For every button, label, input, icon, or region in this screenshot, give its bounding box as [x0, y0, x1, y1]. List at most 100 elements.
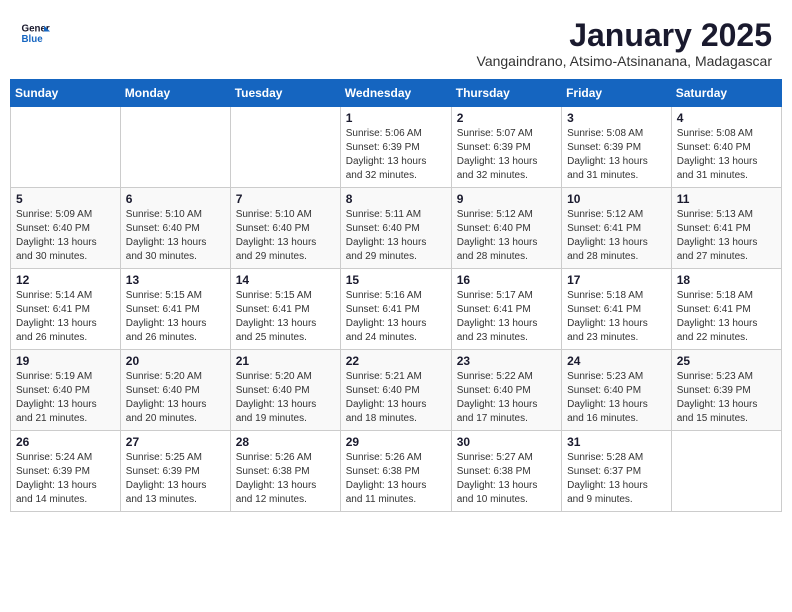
page-subtitle: Vangaindrano, Atsimo-Atsinanana, Madagas… [477, 53, 772, 69]
day-info: Sunrise: 5:23 AM Sunset: 6:40 PM Dayligh… [567, 370, 666, 426]
day-number: 11 [677, 192, 776, 206]
calendar-cell: 4 Sunrise: 5:08 AM Sunset: 6:40 PM Daylig… [671, 107, 781, 188]
day-info: Sunrise: 5:14 AM Sunset: 6:41 PM Dayligh… [16, 289, 115, 345]
day-info: Sunrise: 5:22 AM Sunset: 6:40 PM Dayligh… [457, 370, 556, 426]
day-number: 22 [346, 354, 446, 368]
calendar-week-5: 26Sunrise: 5:24 AM Sunset: 6:39 PM Dayli… [11, 431, 782, 512]
page-title: January 2025 [477, 18, 772, 53]
day-number: 7 [236, 192, 335, 206]
day-number: 21 [236, 354, 335, 368]
day-info: Sunrise: 5:16 AM Sunset: 6:41 PM Dayligh… [346, 289, 446, 345]
day-number: 4 [677, 111, 776, 125]
day-info: Sunrise: 5:15 AM Sunset: 6:41 PM Dayligh… [126, 289, 225, 345]
day-info: Sunrise: 5:15 AM Sunset: 6:41 PM Dayligh… [236, 289, 335, 345]
day-number: 31 [567, 435, 666, 449]
day-number: 5 [16, 192, 115, 206]
day-info: Sunrise: 5:19 AM Sunset: 6:40 PM Dayligh… [16, 370, 115, 426]
day-number: 29 [346, 435, 446, 449]
day-number: 12 [16, 273, 115, 287]
calendar-table: SundayMondayTuesdayWednesdayThursdayFrid… [10, 79, 782, 512]
day-info: Sunrise: 5:11 AM Sunset: 6:40 PM Dayligh… [346, 208, 446, 264]
calendar-cell: 20 Sunrise: 5:20 AM Sunset: 6:40 PM Dayli… [120, 350, 230, 431]
calendar-cell: 17Sunrise: 5:18 AM Sunset: 6:41 PM Dayli… [562, 269, 672, 350]
calendar-cell: 6 Sunrise: 5:10 AM Sunset: 6:40 PM Daylig… [120, 188, 230, 269]
day-number: 28 [236, 435, 335, 449]
day-number: 30 [457, 435, 556, 449]
calendar-cell: 8 Sunrise: 5:11 AM Sunset: 6:40 PM Daylig… [340, 188, 451, 269]
day-number: 19 [16, 354, 115, 368]
day-number: 13 [126, 273, 225, 287]
calendar-cell: 3 Sunrise: 5:08 AM Sunset: 6:39 PM Daylig… [562, 107, 672, 188]
day-info: Sunrise: 5:06 AM Sunset: 6:39 PM Dayligh… [346, 127, 446, 183]
day-number: 3 [567, 111, 666, 125]
day-number: 14 [236, 273, 335, 287]
day-number: 8 [346, 192, 446, 206]
weekday-header-thursday: Thursday [451, 80, 561, 107]
calendar-cell: 29 Sunrise: 5:26 AM Sunset: 6:38 PM Dayli… [340, 431, 451, 512]
weekday-header-tuesday: Tuesday [230, 80, 340, 107]
calendar-cell: 18 Sunrise: 5:18 AM Sunset: 6:41 PM Dayli… [671, 269, 781, 350]
calendar-cell: 22 Sunrise: 5:21 AM Sunset: 6:40 PM Dayli… [340, 350, 451, 431]
weekday-header-saturday: Saturday [671, 80, 781, 107]
calendar-cell [11, 107, 121, 188]
calendar-week-2: 5Sunrise: 5:09 AM Sunset: 6:40 PM Daylig… [11, 188, 782, 269]
day-info: Sunrise: 5:20 AM Sunset: 6:40 PM Dayligh… [236, 370, 335, 426]
day-info: Sunrise: 5:10 AM Sunset: 6:40 PM Dayligh… [126, 208, 225, 264]
calendar-cell: 31Sunrise: 5:28 AM Sunset: 6:37 PM Dayli… [562, 431, 672, 512]
day-number: 20 [126, 354, 225, 368]
day-number: 16 [457, 273, 556, 287]
weekday-header-row: SundayMondayTuesdayWednesdayThursdayFrid… [11, 80, 782, 107]
day-number: 10 [567, 192, 666, 206]
calendar-cell: 27 Sunrise: 5:25 AM Sunset: 6:39 PM Dayli… [120, 431, 230, 512]
calendar-cell: 21 Sunrise: 5:20 AM Sunset: 6:40 PM Dayli… [230, 350, 340, 431]
calendar-cell: 13 Sunrise: 5:15 AM Sunset: 6:41 PM Dayli… [120, 269, 230, 350]
calendar-cell: 10 Sunrise: 5:12 AM Sunset: 6:41 PM Dayli… [562, 188, 672, 269]
calendar-week-3: 12 Sunrise: 5:14 AM Sunset: 6:41 PM Dayli… [11, 269, 782, 350]
calendar-cell: 16 Sunrise: 5:17 AM Sunset: 6:41 PM Dayli… [451, 269, 561, 350]
calendar-week-4: 19 Sunrise: 5:19 AM Sunset: 6:40 PM Dayli… [11, 350, 782, 431]
day-info: Sunrise: 5:20 AM Sunset: 6:40 PM Dayligh… [126, 370, 225, 426]
day-number: 2 [457, 111, 556, 125]
page-header: General Blue January 2025 Vangaindrano, … [10, 10, 782, 73]
calendar-cell: 9Sunrise: 5:12 AM Sunset: 6:40 PM Daylig… [451, 188, 561, 269]
calendar-cell: 24 Sunrise: 5:23 AM Sunset: 6:40 PM Dayli… [562, 350, 672, 431]
day-info: Sunrise: 5:23 AM Sunset: 6:39 PM Dayligh… [677, 370, 776, 426]
day-info: Sunrise: 5:25 AM Sunset: 6:39 PM Dayligh… [126, 451, 225, 507]
title-block: January 2025 Vangaindrano, Atsimo-Atsina… [477, 18, 772, 69]
calendar-cell [120, 107, 230, 188]
calendar-cell: 28Sunrise: 5:26 AM Sunset: 6:38 PM Dayli… [230, 431, 340, 512]
day-info: Sunrise: 5:13 AM Sunset: 6:41 PM Dayligh… [677, 208, 776, 264]
calendar-cell: 23Sunrise: 5:22 AM Sunset: 6:40 PM Dayli… [451, 350, 561, 431]
day-info: Sunrise: 5:21 AM Sunset: 6:40 PM Dayligh… [346, 370, 446, 426]
day-info: Sunrise: 5:17 AM Sunset: 6:41 PM Dayligh… [457, 289, 556, 345]
day-info: Sunrise: 5:27 AM Sunset: 6:38 PM Dayligh… [457, 451, 556, 507]
day-info: Sunrise: 5:07 AM Sunset: 6:39 PM Dayligh… [457, 127, 556, 183]
day-info: Sunrise: 5:18 AM Sunset: 6:41 PM Dayligh… [677, 289, 776, 345]
calendar-cell: 19 Sunrise: 5:19 AM Sunset: 6:40 PM Dayli… [11, 350, 121, 431]
logo-icon: General Blue [20, 18, 50, 48]
day-number: 26 [16, 435, 115, 449]
calendar-cell: 26Sunrise: 5:24 AM Sunset: 6:39 PM Dayli… [11, 431, 121, 512]
day-number: 18 [677, 273, 776, 287]
day-info: Sunrise: 5:18 AM Sunset: 6:41 PM Dayligh… [567, 289, 666, 345]
day-info: Sunrise: 5:26 AM Sunset: 6:38 PM Dayligh… [346, 451, 446, 507]
calendar-cell [230, 107, 340, 188]
day-info: Sunrise: 5:08 AM Sunset: 6:40 PM Dayligh… [677, 127, 776, 183]
calendar-cell: 5Sunrise: 5:09 AM Sunset: 6:40 PM Daylig… [11, 188, 121, 269]
day-info: Sunrise: 5:12 AM Sunset: 6:40 PM Dayligh… [457, 208, 556, 264]
day-number: 24 [567, 354, 666, 368]
svg-text:Blue: Blue [22, 34, 44, 45]
calendar-cell: 12 Sunrise: 5:14 AM Sunset: 6:41 PM Dayli… [11, 269, 121, 350]
calendar-cell: 25Sunrise: 5:23 AM Sunset: 6:39 PM Dayli… [671, 350, 781, 431]
day-number: 6 [126, 192, 225, 206]
calendar-cell: 15Sunrise: 5:16 AM Sunset: 6:41 PM Dayli… [340, 269, 451, 350]
weekday-header-friday: Friday [562, 80, 672, 107]
day-info: Sunrise: 5:08 AM Sunset: 6:39 PM Dayligh… [567, 127, 666, 183]
logo: General Blue [20, 18, 50, 48]
calendar-week-1: 1Sunrise: 5:06 AM Sunset: 6:39 PM Daylig… [11, 107, 782, 188]
day-info: Sunrise: 5:12 AM Sunset: 6:41 PM Dayligh… [567, 208, 666, 264]
calendar-cell: 7Sunrise: 5:10 AM Sunset: 6:40 PM Daylig… [230, 188, 340, 269]
day-number: 27 [126, 435, 225, 449]
calendar-cell: 30 Sunrise: 5:27 AM Sunset: 6:38 PM Dayli… [451, 431, 561, 512]
weekday-header-monday: Monday [120, 80, 230, 107]
